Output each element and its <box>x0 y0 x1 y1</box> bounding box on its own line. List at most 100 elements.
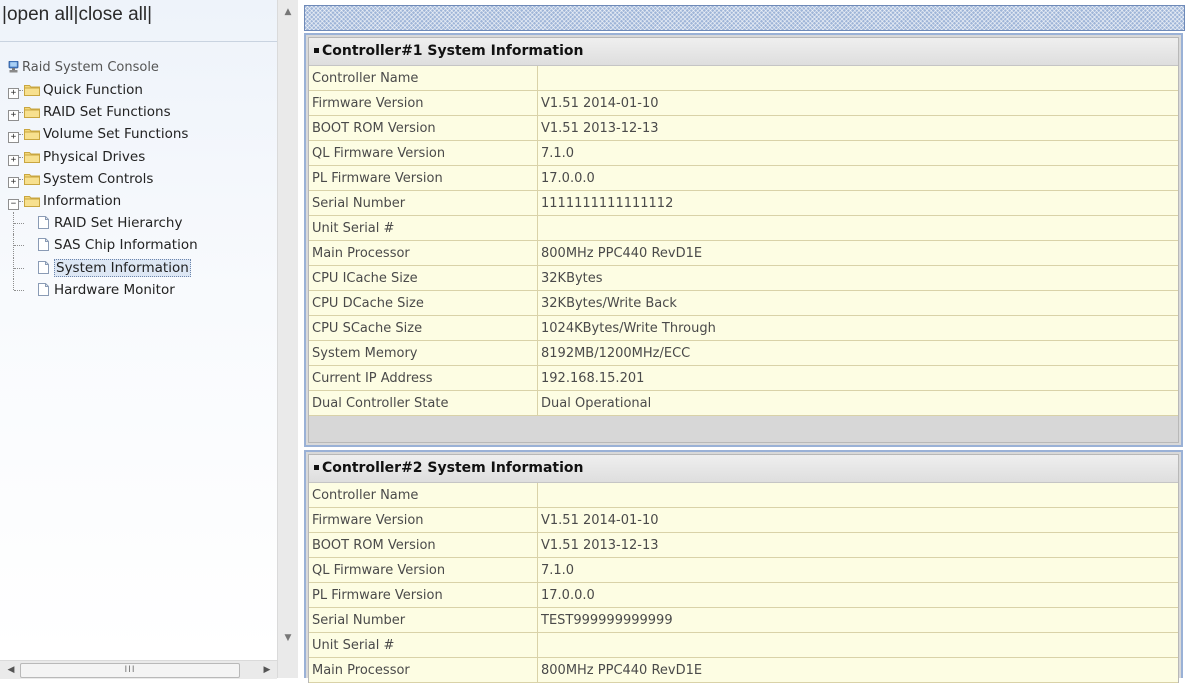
field-value <box>537 483 1178 508</box>
field-value: 32KBytes/Write Back <box>537 290 1178 316</box>
tree-folder-information[interactable]: − Information <box>8 190 198 212</box>
bullet-icon <box>314 465 319 470</box>
navigation-tree: + Quick Function + RAID Set Functions + Volum… <box>8 79 198 301</box>
tree-connector <box>14 223 24 225</box>
field-label: Controller Name <box>309 483 538 508</box>
scroll-left-arrow-icon[interactable]: ◀ <box>2 661 20 679</box>
scroll-up-arrow-icon[interactable]: ▲ <box>278 2 298 22</box>
folder-icon <box>24 107 40 119</box>
tree-connector <box>14 267 24 269</box>
controller2-panel: Controller#2 System Information Controll… <box>304 450 1183 683</box>
field-label: CPU SCache Size <box>309 315 538 341</box>
tree-folder-quick-function[interactable]: + Quick Function <box>8 79 198 101</box>
table-row: Firmware Version V1.51 2014-01-10 <box>309 507 1178 533</box>
controller2-info-table: Controller Name Firmware Version V1.51 201… <box>309 483 1178 683</box>
table-row: CPU ICache Size 32KBytes <box>309 265 1178 291</box>
field-value: Dual Operational <box>537 390 1178 416</box>
tree-connector <box>19 134 23 136</box>
scroll-right-arrow-icon[interactable]: ▶ <box>258 661 276 679</box>
controller1-panel: Controller#1 System Information Controll… <box>304 33 1183 447</box>
tree-folder-volume-set-functions[interactable]: + Volume Set Functions <box>8 123 198 145</box>
tree-folder-label: Quick Function <box>43 82 143 98</box>
table-row: BOOT ROM Version V1.51 2013-12-13 <box>309 532 1178 558</box>
tree-item-hardware-monitor[interactable]: Hardware Monitor <box>8 278 198 301</box>
field-label: Unit Serial # <box>309 215 538 241</box>
field-value: 32KBytes <box>537 265 1178 291</box>
tree-item-label: System Information <box>54 258 191 277</box>
tree-connector <box>13 278 14 290</box>
field-value: 1111111111111112 <box>537 190 1178 216</box>
field-label: BOOT ROM Version <box>309 115 538 141</box>
field-label: Current IP Address <box>309 365 538 391</box>
field-label: Main Processor <box>309 657 538 683</box>
folder-icon <box>24 195 40 207</box>
field-label: Serial Number <box>309 607 538 633</box>
field-label: Serial Number <box>309 190 538 216</box>
folder-icon <box>24 151 40 163</box>
field-label: Controller Name <box>309 66 538 91</box>
field-value: 7.1.0 <box>537 140 1178 166</box>
field-value: 17.0.0.0 <box>537 582 1178 608</box>
field-value <box>537 632 1178 658</box>
tree-item-sas-chip-information[interactable]: SAS Chip Information <box>8 234 198 257</box>
folder-icon <box>24 173 40 185</box>
tree-folder-physical-drives[interactable]: + Physical Drives <box>8 146 198 168</box>
tree-item-raid-set-hierarchy[interactable]: RAID Set Hierarchy <box>8 212 198 235</box>
scroll-down-arrow-icon[interactable]: ▼ <box>278 628 298 648</box>
navigation-tree-view: |open all|close all| Raid System Console… <box>0 0 277 656</box>
horizontal-scroll-thumb[interactable]: III <box>20 663 240 678</box>
field-value: 800MHz PPC440 RevD1E <box>537 657 1178 683</box>
field-value: V1.51 2014-01-10 <box>537 90 1178 116</box>
tree-folder-label: RAID Set Functions <box>43 104 171 121</box>
panel-title-text: Controller#1 System Information <box>322 43 584 59</box>
horizontal-scrollbar[interactable]: ◀ III ▶ <box>0 660 277 679</box>
table-row: CPU DCache Size 32KBytes/Write Back <box>309 290 1178 316</box>
field-label: QL Firmware Version <box>309 557 538 583</box>
table-row: Controller Name <box>309 483 1178 508</box>
tree-item-system-information[interactable]: System Information <box>8 256 198 279</box>
expand-toggle-icon[interactable]: + <box>8 132 19 144</box>
field-value: 1024KBytes/Write Through <box>537 315 1178 341</box>
vertical-scrollbar[interactable]: ▲ ▼ <box>277 0 298 678</box>
page-icon <box>38 260 49 274</box>
tree-item-label: Hardware Monitor <box>54 281 175 298</box>
field-label: System Memory <box>309 340 538 366</box>
tree-root-label: Raid System Console <box>22 60 159 75</box>
field-value: 800MHz PPC440 RevD1E <box>537 240 1178 266</box>
tree-connector <box>19 156 23 158</box>
close-all-link[interactable]: close all <box>78 4 147 26</box>
tree-folder-raid-set-functions[interactable]: + RAID Set Functions <box>8 101 198 123</box>
tree-connector <box>14 245 24 247</box>
bullet-icon <box>314 48 319 53</box>
field-value: 8192MB/1200MHz/ECC <box>537 340 1178 366</box>
expand-toggle-icon[interactable]: − <box>8 198 19 210</box>
field-label: Main Processor <box>309 240 538 266</box>
field-value: 192.168.15.201 <box>537 365 1178 391</box>
field-label: Unit Serial # <box>309 632 538 658</box>
page-icon <box>38 282 49 296</box>
open-all-link[interactable]: open all <box>7 4 74 26</box>
table-row: Main Processor 800MHz PPC440 RevD1E <box>309 240 1178 266</box>
tree-item-label: RAID Set Hierarchy <box>54 215 183 232</box>
expand-toggle-icon[interactable]: + <box>8 154 19 166</box>
table-row: QL Firmware Version 7.1.0 <box>309 140 1178 166</box>
page-icon <box>38 216 49 230</box>
tree-connector <box>19 178 23 180</box>
field-value <box>537 66 1178 91</box>
panel-title-text: Controller#2 System Information <box>322 460 584 476</box>
field-label: Dual Controller State <box>309 390 538 416</box>
tree-folder-system-controls[interactable]: + System Controls <box>8 168 198 190</box>
expand-toggle-icon[interactable]: + <box>8 176 19 188</box>
table-row: Firmware Version V1.51 2014-01-10 <box>309 90 1178 116</box>
content-header-bar <box>304 5 1185 31</box>
table-row: CPU SCache Size 1024KBytes/Write Through <box>309 315 1178 341</box>
field-value: V1.51 2014-01-10 <box>537 507 1178 533</box>
tree-item-label: SAS Chip Information <box>54 237 198 254</box>
table-row: Main Processor 800MHz PPC440 RevD1E <box>309 657 1178 683</box>
tree-root[interactable]: Raid System Console <box>8 60 159 75</box>
folder-icon <box>24 85 40 96</box>
tree-connector <box>14 289 24 291</box>
expand-toggle-icon[interactable]: + <box>8 110 19 122</box>
field-value <box>537 215 1178 241</box>
expand-toggle-icon[interactable]: + <box>8 88 19 99</box>
